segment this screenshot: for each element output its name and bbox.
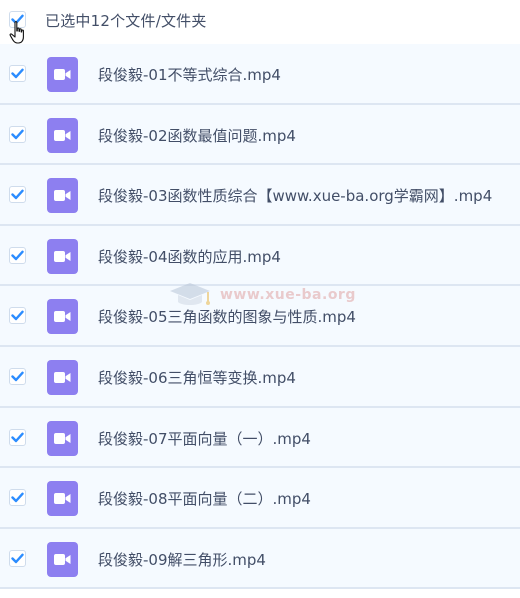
hand-pointer-icon [9, 21, 24, 44]
row-checkbox[interactable] [9, 428, 26, 446]
row-checkbox[interactable] [9, 489, 26, 507]
file-name[interactable]: 段俊毅-02函数最值问题.mp4 [98, 125, 296, 146]
row-checkbox[interactable] [9, 125, 26, 143]
file-name[interactable]: 段俊毅-05三角函数的图象与性质.mp4 [98, 306, 356, 327]
video-file-icon [47, 57, 78, 92]
checkmark-icon [11, 189, 24, 200]
video-file-icon [47, 359, 78, 395]
video-file-icon [47, 178, 78, 214]
file-name[interactable]: 段俊毅-04函数的应用.mp4 [98, 246, 281, 267]
selection-count-label: 已选中12个文件/文件夹 [45, 12, 207, 30]
file-row[interactable]: 段俊毅-01不等式综合.mp4 [0, 44, 520, 105]
file-row[interactable]: 段俊毅-08平面向量（二）.mp4 [0, 468, 520, 529]
file-name[interactable]: 段俊毅-07平面向量（一）.mp4 [98, 428, 311, 449]
row-checkbox[interactable] [9, 307, 26, 325]
video-file-icon [47, 541, 78, 577]
file-row[interactable]: 段俊毅-09解三角形.mp4 [0, 528, 520, 590]
video-file-icon [47, 238, 78, 274]
row-checkbox[interactable] [9, 367, 26, 385]
video-file-icon [47, 420, 78, 456]
video-file-icon [47, 299, 78, 335]
checkmark-icon [11, 310, 24, 321]
file-name[interactable]: 段俊毅-08平面向量（二）.mp4 [98, 488, 311, 509]
row-checkbox[interactable] [9, 186, 26, 204]
checkmark-icon [11, 250, 24, 260]
row-checkbox[interactable] [9, 549, 26, 567]
file-name[interactable]: 段俊毅-03函数性质综合【www.xue-ba.org学霸网】.mp4 [98, 185, 492, 206]
checkmark-icon [11, 492, 24, 503]
checkmark-icon [11, 371, 24, 382]
file-name[interactable]: 段俊毅-01不等式综合.mp4 [98, 64, 281, 85]
file-row[interactable]: 段俊毅-06三角恒等变换.mp4 [0, 346, 520, 408]
checkmark-icon [11, 129, 24, 139]
file-name[interactable]: 段俊毅-06三角恒等变换.mp4 [98, 367, 296, 388]
checkmark-icon [11, 432, 24, 442]
checkmark-icon [11, 68, 24, 79]
file-row[interactable]: 段俊毅-02函数最值问题.mp4 [0, 104, 520, 166]
checkmark-icon [11, 553, 24, 563]
file-row[interactable]: 段俊毅-05三角函数的图象与性质.mp4 [0, 286, 520, 347]
file-row[interactable]: 段俊毅-03函数性质综合【www.xue-ba.org学霸网】.mp4 [0, 165, 520, 226]
row-checkbox[interactable] [9, 246, 26, 264]
file-name[interactable]: 段俊毅-09解三角形.mp4 [98, 549, 266, 570]
video-file-icon [47, 481, 78, 517]
file-row[interactable]: 段俊毅-07平面向量（一）.mp4 [0, 407, 520, 469]
row-checkbox[interactable] [9, 65, 26, 82]
video-file-icon [47, 117, 78, 153]
selection-header: 已选中12个文件/文件夹 [0, 0, 520, 45]
file-list: 段俊毅-01不等式综合.mp4 段俊毅-02函数最值问题.mp4 段俊毅-03函… [0, 44, 520, 590]
file-row[interactable]: 段俊毅-04函数的应用.mp4 [0, 225, 520, 287]
